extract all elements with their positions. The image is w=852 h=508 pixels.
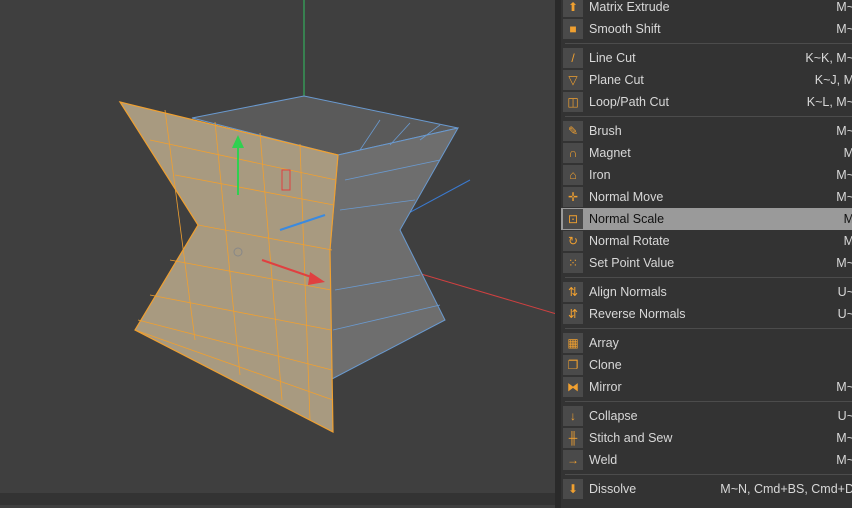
menu-separator bbox=[561, 325, 852, 332]
menu-item-shortcut: M~ bbox=[836, 22, 852, 36]
menu-item-label: Iron bbox=[589, 168, 611, 182]
menu-item-label: Clone bbox=[589, 358, 622, 372]
mirror-icon: ⧓ bbox=[563, 377, 583, 397]
iron-icon: ⌂ bbox=[563, 165, 583, 185]
menu-item-label: Set Point Value bbox=[589, 256, 675, 270]
menu-item-shortcut: M~ bbox=[836, 453, 852, 467]
menu-item-iron[interactable]: ⌂ Iron M~ bbox=[561, 164, 852, 186]
collapse-icon: ↓ bbox=[563, 406, 583, 426]
normal-rotate-icon: ↻ bbox=[563, 231, 583, 251]
menu-item-weld[interactable]: → Weld M~ bbox=[561, 449, 852, 471]
menu-item-reverse-normals[interactable]: ⇵ Reverse Normals U~ bbox=[561, 303, 852, 325]
menu-item-label: Align Normals bbox=[589, 285, 667, 299]
menu-item-shortcut: M~ bbox=[836, 431, 852, 445]
menu-item-shortcut: K~L, M~ bbox=[806, 95, 852, 109]
menu-item-normal-rotate[interactable]: ↻ Normal Rotate M bbox=[561, 230, 852, 252]
menu-item-collapse[interactable]: ↓ Collapse U~ bbox=[561, 405, 852, 427]
dissolve-icon: ⬇ bbox=[563, 479, 583, 499]
reverse-normals-icon: ⇵ bbox=[563, 304, 583, 324]
menu-item-stitch-and-sew[interactable]: ╫ Stitch and Sew M~ bbox=[561, 427, 852, 449]
3d-viewport[interactable] bbox=[0, 0, 560, 505]
menu-item-shortcut: M~ bbox=[836, 168, 852, 182]
menu-separator bbox=[561, 40, 852, 47]
menu-item-plane-cut[interactable]: ▽ Plane Cut K~J, M bbox=[561, 69, 852, 91]
menu-item-label: Mirror bbox=[589, 380, 622, 394]
menu-item-normal-move[interactable]: ✛ Normal Move M~ bbox=[561, 186, 852, 208]
right-face bbox=[329, 127, 459, 381]
menu-item-normal-scale[interactable]: ⊡ Normal Scale M bbox=[561, 208, 852, 230]
magnet-icon: ∩ bbox=[563, 143, 583, 163]
matrix-extrude-icon: ⬆ bbox=[563, 0, 583, 17]
menu-item-align-normals[interactable]: ⇅ Align Normals U~ bbox=[561, 281, 852, 303]
menu-item-shortcut: M~N, Cmd+BS, Cmd+D bbox=[720, 482, 852, 496]
menu-item-label: Collapse bbox=[589, 409, 638, 423]
menu-item-magnet[interactable]: ∩ Magnet M bbox=[561, 142, 852, 164]
align-normals-icon: ⇅ bbox=[563, 282, 583, 302]
menu-item-label: Array bbox=[589, 336, 619, 350]
menu-item-shortcut: U~ bbox=[837, 285, 852, 299]
smooth-shift-icon: ■ bbox=[563, 19, 583, 39]
viewport-bottom-bar bbox=[0, 493, 560, 505]
menu-item-label: Brush bbox=[589, 124, 622, 138]
menu-item-shortcut: K~J, M bbox=[814, 73, 852, 87]
menu-item-mirror[interactable]: ⧓ Mirror M~ bbox=[561, 376, 852, 398]
menu-item-label: Matrix Extrude bbox=[589, 0, 670, 14]
normal-move-icon: ✛ bbox=[563, 187, 583, 207]
menu-item-label: Weld bbox=[589, 453, 618, 467]
menu-item-label: Reverse Normals bbox=[589, 307, 686, 321]
array-icon: ▦ bbox=[563, 333, 583, 353]
normal-scale-icon: ⊡ bbox=[563, 209, 583, 229]
menu-separator bbox=[561, 471, 852, 478]
menu-item-label: Normal Move bbox=[589, 190, 664, 204]
menu-item-shortcut: M~ bbox=[836, 124, 852, 138]
menu-item-shortcut: M bbox=[844, 212, 852, 226]
menu-separator bbox=[561, 274, 852, 281]
mesh-scene bbox=[118, 0, 560, 433]
loop-cut-icon: ◫ bbox=[563, 92, 583, 112]
knife-icon: / bbox=[563, 48, 583, 68]
menu-item-shortcut: U~ bbox=[837, 409, 852, 423]
menu-item-shortcut: M bbox=[844, 146, 852, 160]
plane-cut-icon: ▽ bbox=[563, 70, 583, 90]
menu-item-label: Stitch and Sew bbox=[589, 431, 673, 445]
menu-item-shortcut: M~ bbox=[836, 190, 852, 204]
menu-item-shortcut: U~ bbox=[837, 307, 852, 321]
menu-item-label: Magnet bbox=[589, 146, 631, 160]
menu-item-array[interactable]: ▦ Array bbox=[561, 332, 852, 354]
menu-item-set-point-value[interactable]: ⁙ Set Point Value M~ bbox=[561, 252, 852, 274]
menu-item-label: Normal Rotate bbox=[589, 234, 670, 248]
mesh-tools-menu: ⬆ Matrix Extrude M~ ■ Smooth Shift M~ /Line Cu… bbox=[555, 0, 852, 508]
menu-item-brush[interactable]: ✎ Brush M~ bbox=[561, 120, 852, 142]
menu-item-shortcut: M~ bbox=[836, 380, 852, 394]
clone-icon: ❐ bbox=[563, 355, 583, 375]
brush-icon: ✎ bbox=[563, 121, 583, 141]
menu-item-shortcut: K~K, M~ bbox=[805, 51, 852, 65]
menu-item-dissolve[interactable]: ⬇ Dissolve M~N, Cmd+BS, Cmd+D bbox=[561, 478, 852, 500]
menu-item-label: Smooth Shift bbox=[589, 22, 661, 36]
menu-item-shortcut: M bbox=[844, 234, 852, 248]
menu-item-label: Normal Scale bbox=[589, 212, 665, 226]
menu-item-loop-path-cut[interactable]: ◫ Loop/Path Cut K~L, M~ bbox=[561, 91, 852, 113]
menu-separator bbox=[561, 113, 852, 120]
stitch-icon: ╫ bbox=[563, 428, 583, 448]
menu-item-smooth-shift[interactable]: ■ Smooth Shift M~ bbox=[561, 18, 852, 40]
menu-item-shortcut: M~ bbox=[836, 256, 852, 270]
menu-item-shortcut: M~ bbox=[836, 0, 852, 14]
weld-icon: → bbox=[563, 450, 583, 470]
menu-item-line-cut[interactable]: / Line Cut K~K, M~ bbox=[561, 47, 852, 69]
set-point-value-icon: ⁙ bbox=[563, 253, 583, 273]
menu-item-matrix-extrude[interactable]: ⬆ Matrix Extrude M~ bbox=[561, 0, 852, 18]
menu-item-clone[interactable]: ❐ Clone bbox=[561, 354, 852, 376]
menu-separator bbox=[561, 398, 852, 405]
menu-item-label: Plane Cut bbox=[589, 73, 644, 87]
